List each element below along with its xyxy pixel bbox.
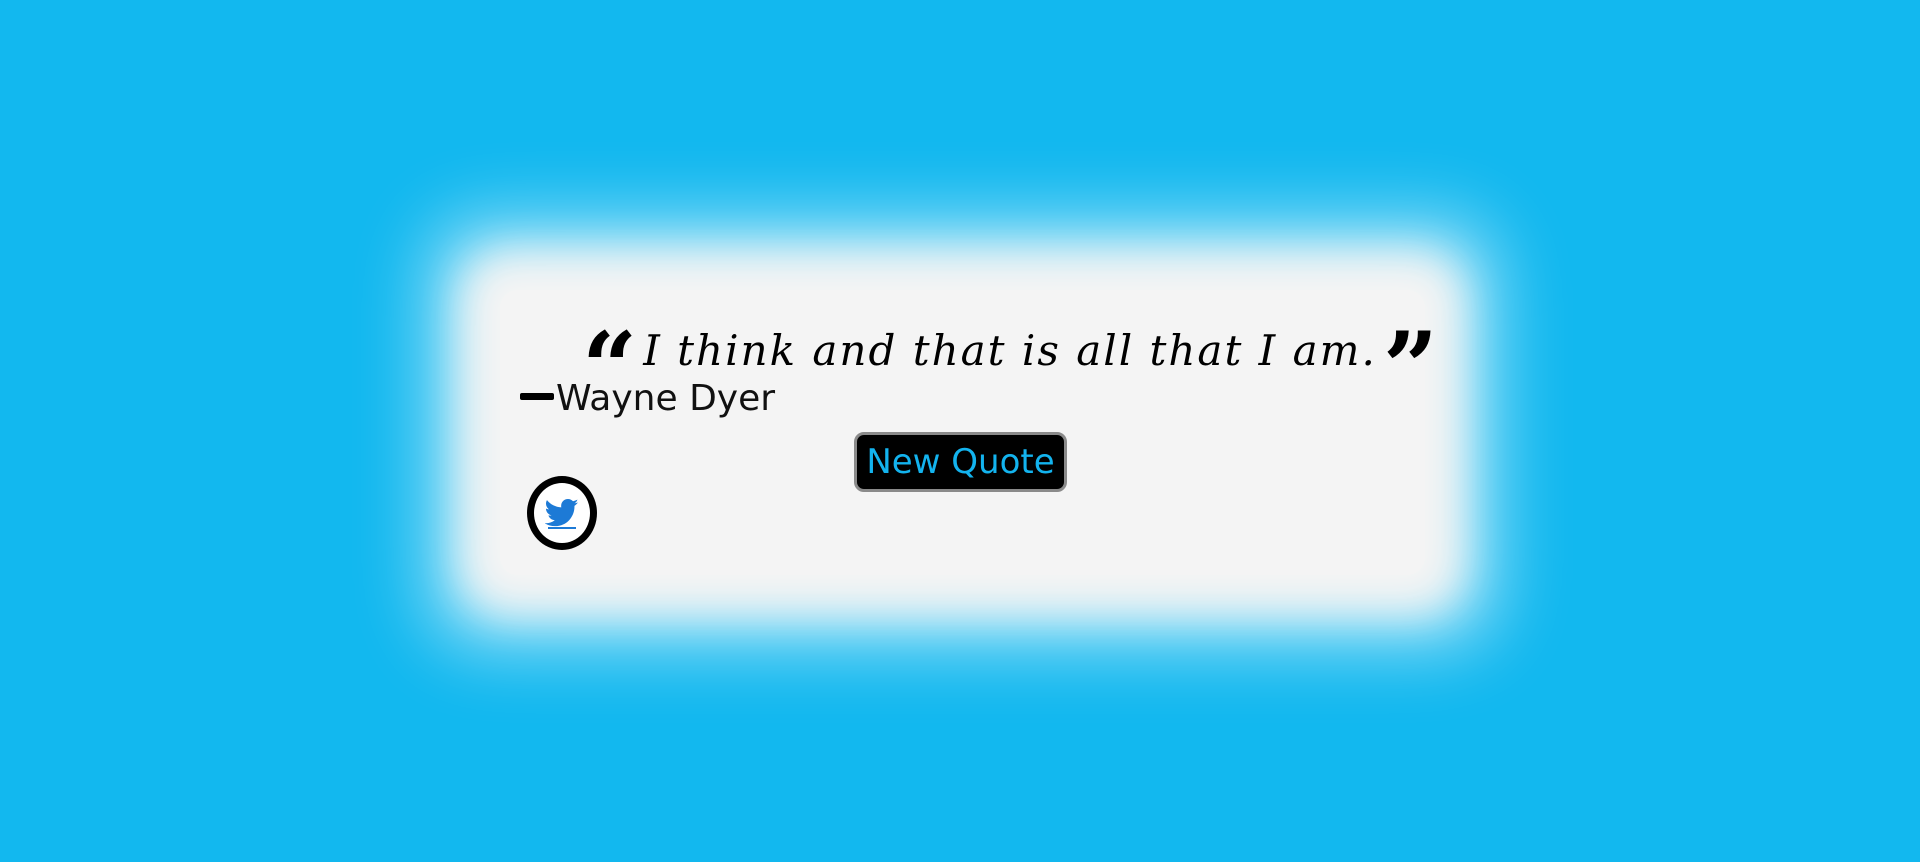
link-underline	[548, 527, 576, 529]
dash-icon	[520, 393, 554, 400]
close-quote-icon: ”	[1382, 311, 1439, 424]
quote-card: “ I think and that is all that I am. ” W…	[500, 290, 1438, 575]
new-quote-button[interactable]: New Quote	[854, 432, 1067, 492]
open-quote-icon: “	[582, 311, 638, 424]
twitter-bird-icon	[545, 498, 579, 528]
quote-line: “ I think and that is all that I am. ”	[582, 311, 1438, 424]
quote-text: I think and that is all that I am.	[643, 325, 1377, 375]
tweet-button[interactable]	[527, 476, 597, 550]
author-line: Wayne Dyer	[520, 378, 775, 419]
author-name: Wayne Dyer	[556, 378, 776, 419]
